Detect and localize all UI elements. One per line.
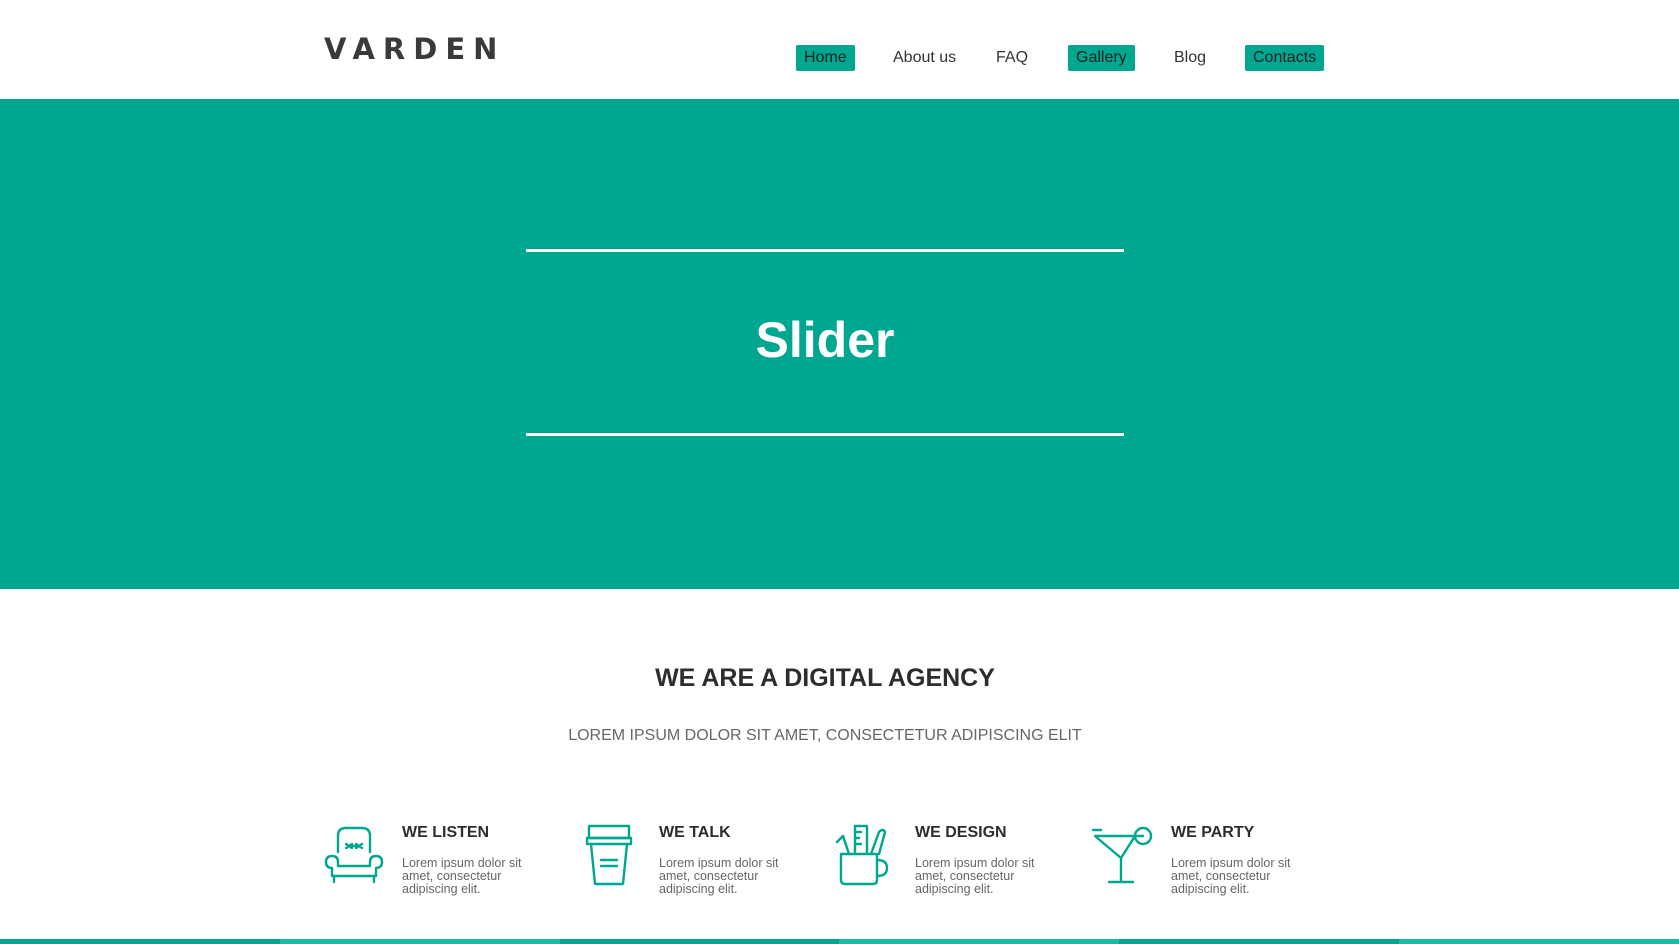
feature-title: WE DESIGN <box>915 824 1007 841</box>
footer-bar-segment <box>559 939 840 944</box>
feature-text: Lorem ipsum dolor sit amet, consectetur … <box>659 856 779 896</box>
armchair-icon <box>324 826 384 884</box>
feature-title: WE TALK <box>659 824 731 841</box>
nav-item-home[interactable]: Home <box>796 45 855 71</box>
section-subtitle: LOREM IPSUM DOLOR SIT AMET, CONSECTETUR … <box>568 727 1082 744</box>
coffee-cup-icon <box>585 824 633 886</box>
footer-bar-segment <box>1399 939 1679 944</box>
feature-title: WE PARTY <box>1171 824 1255 841</box>
feature-text: Lorem ipsum dolor sit amet, consectetur … <box>402 856 522 896</box>
site-header: VARDEN Home About us FAQ Gallery Blog Co… <box>0 0 1679 99</box>
cocktail-icon <box>1091 826 1153 884</box>
footer-color-bar <box>0 939 1679 944</box>
feature-title: WE LISTEN <box>402 824 490 841</box>
nav-item-about-us[interactable]: About us <box>885 45 964 71</box>
footer-bar-segment <box>1119 939 1400 944</box>
section-title: WE ARE A DIGITAL AGENCY <box>655 664 995 692</box>
feature-text: Lorem ipsum dolor sit amet, consectetur … <box>915 856 1035 896</box>
feature-text: Lorem ipsum dolor sit amet, consectetur … <box>1171 856 1291 896</box>
feature-listen: WE LISTEN Lorem ipsum dolor sit amet, co… <box>322 820 572 900</box>
feature-design: WE DESIGN Lorem ipsum dolor sit amet, co… <box>835 820 1085 900</box>
hero-divider-top <box>526 249 1124 252</box>
nav-item-contacts[interactable]: Contacts <box>1245 45 1325 71</box>
footer-bar-segment <box>839 939 1120 944</box>
hero-slider: Slider <box>0 99 1679 589</box>
nav-item-blog[interactable]: Blog <box>1166 45 1214 71</box>
main-nav: Home About us FAQ Gallery Blog Contacts <box>0 45 1679 71</box>
nav-item-gallery[interactable]: Gallery <box>1068 45 1135 71</box>
design-tools-icon <box>835 824 889 886</box>
footer-bar-segment <box>279 939 560 944</box>
feature-talk: WE TALK Lorem ipsum dolor sit amet, cons… <box>579 820 829 900</box>
nav-item-faq[interactable]: FAQ <box>988 45 1036 71</box>
footer-bar-segment <box>0 939 280 944</box>
hero-title: Slider <box>755 312 895 368</box>
hero-divider-bottom <box>526 433 1124 436</box>
feature-party: WE PARTY Lorem ipsum dolor sit amet, con… <box>1091 820 1341 900</box>
